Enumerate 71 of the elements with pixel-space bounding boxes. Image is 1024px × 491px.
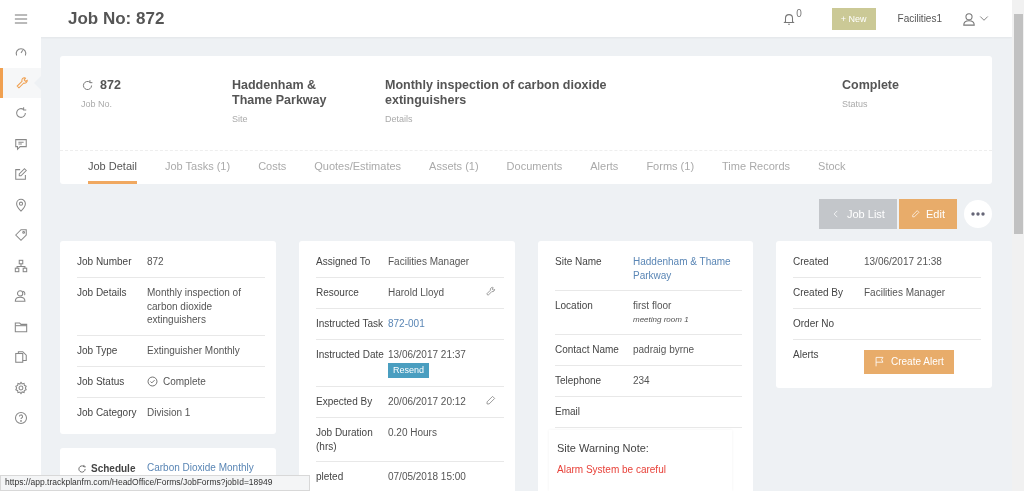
create-alert-button[interactable]: Create Alert xyxy=(864,350,954,374)
summary-value: Haddenham & Thame Parkway xyxy=(232,78,328,108)
field-label: Alerts xyxy=(793,348,820,362)
tab[interactable]: Job Detail xyxy=(88,151,137,184)
tab[interactable]: Quotes/Estimates xyxy=(314,151,402,184)
field-label: pleted xyxy=(316,470,345,484)
tab[interactable]: Time Records xyxy=(722,151,791,184)
resend-button[interactable]: Resend xyxy=(388,362,430,378)
field-label: Resource xyxy=(316,286,360,300)
field-value: Facilities Manager xyxy=(388,255,471,269)
summary-label: Site xyxy=(232,114,249,124)
job-list-button[interactable]: Job List xyxy=(819,199,897,229)
field-value: Monthly inspection of carbon dioxide extinguishers xyxy=(147,286,242,327)
field-label: Site Name xyxy=(555,255,603,269)
field-value: 0.20 Hours xyxy=(388,426,438,440)
field-value: 07/05/2018 15:00 xyxy=(388,470,467,484)
summary-value: Monthly inspection of carbon dioxide extinguishers xyxy=(385,78,608,108)
field-value: Facilities Manager xyxy=(864,286,947,300)
summary-value: 872 xyxy=(100,78,121,93)
field-label: Job Type xyxy=(77,343,119,358)
summary-value: Complete xyxy=(842,78,900,93)
summary-label: Status xyxy=(842,99,869,109)
field-label: Job Status xyxy=(77,374,126,389)
field-label: Email xyxy=(555,405,581,419)
tab[interactable]: Stock xyxy=(818,151,846,184)
field-value: 872 xyxy=(147,255,165,269)
field-label: Telephone xyxy=(555,374,603,388)
new-button[interactable]: + New xyxy=(831,7,876,30)
field-label: Job Details xyxy=(77,286,128,300)
field-label: Instructed Task xyxy=(316,317,385,331)
page-title: Job No: 872 xyxy=(68,8,166,29)
warning-title: Site Warning Note: xyxy=(557,442,650,454)
field-label: Created xyxy=(793,255,830,269)
warning-text: Alarm System be careful xyxy=(557,464,667,475)
tab[interactable]: Alerts xyxy=(590,151,619,184)
field-label: Created By xyxy=(793,286,845,300)
url-text: https://app.trackplanfm.com/HeadOffice/Forms/JobForms?jobId=18949 xyxy=(5,477,273,487)
field-value: 13/06/2017 21:38 xyxy=(864,255,943,269)
field-label: Location xyxy=(555,299,594,313)
summary-label: Details xyxy=(385,114,414,124)
field-subvalue: meeting room 1 xyxy=(633,313,690,326)
field-label: Job Category xyxy=(77,405,138,420)
field-label: Expected By xyxy=(316,395,374,409)
field-value: Division 1 xyxy=(147,405,192,420)
summary-label: Job No. xyxy=(81,99,114,109)
field-value: Extinguisher Monthly xyxy=(147,343,241,358)
field-value: Harold Lloyd xyxy=(388,286,446,300)
field-link[interactable]: Haddenham & Thame Parkway xyxy=(633,255,742,282)
field-value: 234 xyxy=(633,374,651,388)
field-value: 13/06/2017 21:37 xyxy=(388,348,467,362)
field-value: 20/06/2017 20:12 xyxy=(388,395,467,409)
tab[interactable]: Job Tasks (1) xyxy=(164,151,231,184)
field-link[interactable]: Carbon Dioxide Monthly xyxy=(147,461,265,476)
notification-count: 0 xyxy=(796,7,802,19)
field-label: Job Duration (hrs) xyxy=(316,426,374,453)
field-value: first floor xyxy=(633,299,673,313)
field-value: padraig byrne xyxy=(633,343,696,357)
user-name[interactable]: Facilities1 xyxy=(897,13,942,24)
tab[interactable]: Forms (1) xyxy=(646,151,695,184)
tab[interactable]: Assets (1) xyxy=(429,151,479,184)
field-label: Assigned To xyxy=(316,255,372,269)
field-value: Complete xyxy=(163,374,206,389)
tab[interactable]: Costs xyxy=(258,151,287,184)
field-label: Contact Name xyxy=(555,343,620,357)
field-label: Order No xyxy=(793,317,836,331)
tab[interactable]: Documents xyxy=(506,151,563,184)
field-label: Schedule xyxy=(91,463,136,474)
field-link[interactable]: 872-001 xyxy=(388,317,504,331)
field-label: Job Number xyxy=(77,255,133,269)
field-label: Instructed Date xyxy=(316,348,385,362)
edit-button[interactable]: Edit xyxy=(899,199,957,229)
